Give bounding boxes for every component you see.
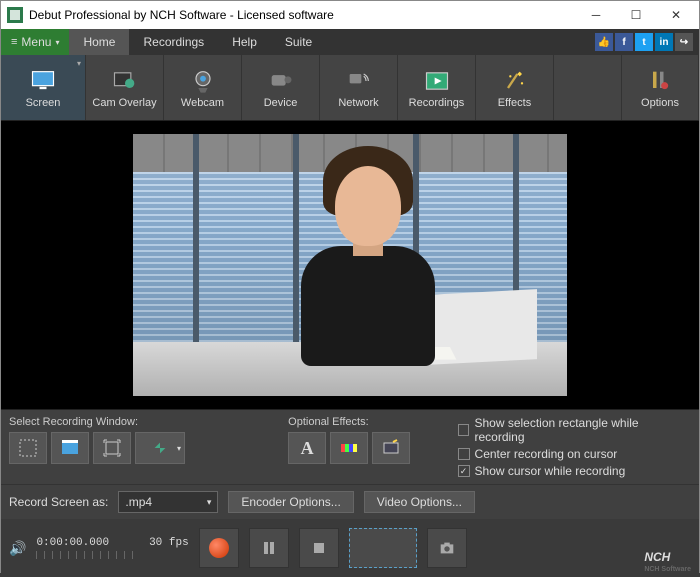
tab-recordings[interactable]: Recordings bbox=[129, 29, 218, 55]
device-icon bbox=[267, 67, 295, 95]
optional-effects-label: Optional Effects: bbox=[288, 416, 437, 428]
maximize-button[interactable]: ☐ bbox=[619, 1, 653, 29]
tab-help[interactable]: Help bbox=[218, 29, 271, 55]
chevron-down-icon: ▾ bbox=[77, 59, 81, 68]
transport-panel: 🔊 0:00:00.000 30 fps NCHNCH Software bbox=[1, 519, 699, 577]
toolbar-recordings-button[interactable]: Recordings bbox=[398, 55, 476, 120]
color-effects-button[interactable] bbox=[330, 432, 368, 464]
stop-button[interactable] bbox=[299, 528, 339, 568]
app-icon bbox=[7, 7, 23, 23]
toolbar-cam-overlay-button[interactable]: Cam Overlay bbox=[86, 55, 164, 120]
capture-preview-slot[interactable] bbox=[349, 528, 417, 568]
tab-suite[interactable]: Suite bbox=[271, 29, 326, 55]
cam-overlay-icon bbox=[111, 67, 139, 95]
brand-logo: NCHNCH Software bbox=[644, 545, 691, 573]
select-region-button[interactable] bbox=[93, 432, 131, 464]
linkedin-icon[interactable]: in bbox=[655, 33, 673, 51]
timeline[interactable] bbox=[36, 551, 136, 559]
check-show-selection[interactable]: Show selection rectangle while recording bbox=[458, 416, 691, 444]
preview-image bbox=[133, 134, 567, 396]
timecode-display: 0:00:00.000 bbox=[36, 537, 109, 549]
preview-area bbox=[1, 121, 699, 409]
text-overlay-button[interactable]: A bbox=[288, 432, 326, 464]
select-application-button[interactable]: ▾ bbox=[135, 432, 185, 464]
format-panel: Record Screen as: .mp4 Encoder Options..… bbox=[1, 484, 699, 519]
facebook-icon[interactable]: f bbox=[615, 33, 633, 51]
network-icon bbox=[345, 67, 373, 95]
format-select[interactable]: .mp4 bbox=[118, 491, 218, 513]
record-as-label: Record Screen as: bbox=[9, 495, 108, 509]
thumbs-up-icon[interactable]: 👍 bbox=[595, 33, 613, 51]
encoder-options-button[interactable]: Encoder Options... bbox=[228, 491, 353, 513]
record-button[interactable] bbox=[199, 528, 239, 568]
snapshot-button[interactable] bbox=[427, 528, 467, 568]
share-icon[interactable]: ↪ bbox=[675, 33, 693, 51]
menu-dropdown-button[interactable]: ≡ Menu ▾ bbox=[1, 29, 69, 55]
speaker-icon[interactable]: 🔊 bbox=[9, 540, 26, 557]
toolbar-effects-button[interactable]: Effects bbox=[476, 55, 554, 120]
pause-button[interactable] bbox=[249, 528, 289, 568]
recordings-icon bbox=[423, 67, 451, 95]
video-effects-button[interactable] bbox=[372, 432, 410, 464]
fps-display: 30 fps bbox=[149, 537, 189, 549]
minimize-button[interactable]: ─ bbox=[579, 1, 613, 29]
menu-button-label: Menu bbox=[21, 35, 51, 49]
effects-icon bbox=[501, 67, 529, 95]
twitter-icon[interactable]: t bbox=[635, 33, 653, 51]
toolbar-options-button[interactable]: Options bbox=[621, 55, 699, 120]
toolbar-webcam-button[interactable]: Webcam bbox=[164, 55, 242, 120]
menu-bar: ≡ Menu ▾ Home Recordings Help Suite 👍 f … bbox=[1, 29, 699, 55]
ribbon-toolbar: ▾ Screen Cam Overlay Webcam Device Netwo… bbox=[1, 55, 699, 121]
options-icon bbox=[646, 67, 674, 95]
screen-icon bbox=[29, 67, 57, 95]
social-links: 👍 f t in ↪ bbox=[595, 33, 699, 51]
options-panel: Select Recording Window: ▾ Optional Effe… bbox=[1, 409, 699, 484]
window-title: Debut Professional by NCH Software - Lic… bbox=[29, 8, 573, 22]
recording-options-checks: Show selection rectangle while recording… bbox=[458, 416, 691, 478]
toolbar-network-button[interactable]: Network bbox=[320, 55, 398, 120]
tab-home[interactable]: Home bbox=[69, 29, 129, 55]
close-button[interactable]: ✕ bbox=[659, 1, 693, 29]
check-center-cursor[interactable]: Center recording on cursor bbox=[458, 447, 691, 461]
select-fullscreen-button[interactable] bbox=[51, 432, 89, 464]
toolbar-screen-button[interactable]: ▾ Screen bbox=[1, 55, 86, 120]
recording-window-label: Select Recording Window: bbox=[9, 416, 208, 428]
check-show-cursor[interactable]: ✓Show cursor while recording bbox=[458, 464, 691, 478]
video-options-button[interactable]: Video Options... bbox=[364, 491, 475, 513]
title-bar: Debut Professional by NCH Software - Lic… bbox=[1, 1, 699, 29]
select-window-button[interactable] bbox=[9, 432, 47, 464]
webcam-icon bbox=[189, 67, 217, 95]
toolbar-device-button[interactable]: Device bbox=[242, 55, 320, 120]
